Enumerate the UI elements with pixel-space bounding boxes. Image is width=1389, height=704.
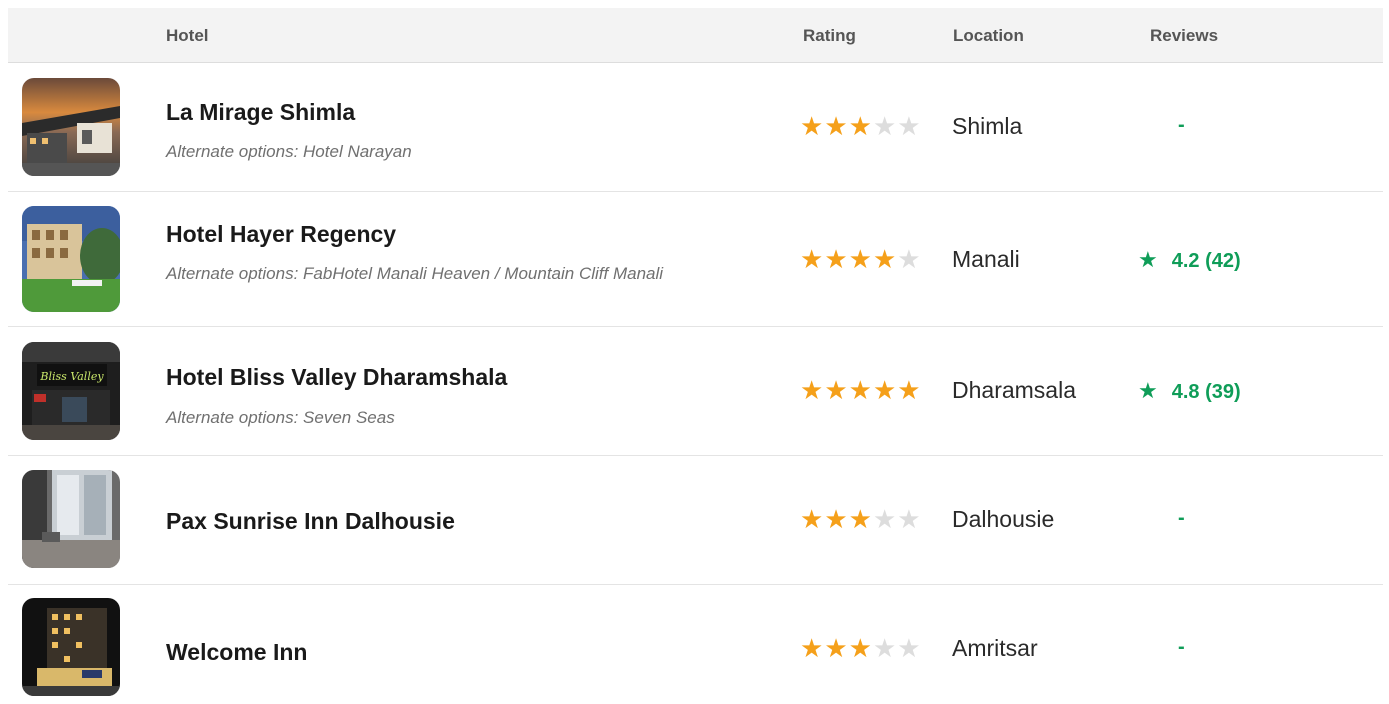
hotel-location: Dalhousie — [952, 506, 1055, 532]
table-row[interactable]: Hotel Hayer Regency Alternate options: F… — [8, 192, 1383, 327]
reviews-value: - — [1178, 507, 1185, 529]
star-rating: ★★★★★ — [800, 375, 922, 406]
star-filled-icon: ★ — [800, 375, 825, 405]
review-star-icon: ★ — [1138, 247, 1158, 272]
star-filled-icon: ★ — [848, 244, 873, 274]
hotel-name[interactable]: Pax Sunrise Inn Dalhousie — [166, 508, 455, 535]
review-star-icon: ★ — [1138, 378, 1158, 403]
star-filled-icon: ★ — [800, 504, 825, 534]
star-filled-icon: ★ — [872, 244, 898, 274]
hotel-name[interactable]: Welcome Inn — [166, 639, 307, 666]
reviews-value: - — [1178, 114, 1185, 136]
star-rating: ★★★★★ — [800, 244, 922, 275]
star-filled-icon: ★ — [800, 111, 825, 141]
header-rating[interactable]: Rating — [803, 26, 856, 46]
hotel-photo-icon[interactable] — [22, 206, 120, 312]
star-empty-icon: ★ — [872, 111, 898, 141]
star-rating: ★★★★★ — [800, 633, 922, 664]
star-filled-icon: ★ — [824, 633, 849, 663]
star-filled-icon: ★ — [824, 244, 849, 274]
star-filled-icon: ★ — [897, 375, 922, 405]
hotel-photo-icon[interactable] — [22, 470, 120, 568]
hotel-alternates: Alternate options: Seven Seas — [166, 408, 395, 427]
reviews-value: - — [1178, 636, 1185, 658]
hotel-location: Dharamsala — [952, 377, 1076, 403]
table-header: Hotel Rating Location Reviews — [8, 8, 1383, 63]
star-empty-icon: ★ — [872, 504, 898, 534]
hotel-name[interactable]: Hotel Hayer Regency — [166, 221, 396, 248]
star-rating: ★★★★★ — [800, 504, 922, 535]
star-empty-icon: ★ — [897, 111, 922, 141]
star-filled-icon: ★ — [872, 375, 898, 405]
hotel-photo-icon[interactable] — [22, 78, 120, 176]
star-filled-icon: ★ — [848, 633, 873, 663]
bliss-valley-logo-icon: Bliss Valley — [39, 370, 104, 383]
hotel-location: Amritsar — [952, 635, 1038, 661]
reviews-score: 4.2 (42) — [1171, 250, 1241, 272]
star-filled-icon: ★ — [800, 633, 825, 663]
star-empty-icon: ★ — [897, 504, 922, 534]
star-filled-icon: ★ — [848, 375, 873, 405]
table-row[interactable]: Bliss Valley Hotel Bliss Valley Dharamsh… — [8, 327, 1383, 456]
header-reviews[interactable]: Reviews — [1150, 26, 1218, 46]
star-filled-icon: ★ — [848, 111, 873, 141]
hotel-photo-icon[interactable]: Bliss Valley — [22, 342, 120, 440]
reviews-value: ★ 4.8 (39) — [1138, 378, 1241, 404]
hotel-alternates: Alternate options: FabHotel Manali Heave… — [166, 264, 664, 283]
header-location[interactable]: Location — [953, 26, 1024, 46]
reviews-value: ★ 4.2 (42) — [1138, 247, 1241, 273]
hotel-name[interactable]: Hotel Bliss Valley Dharamshala — [166, 364, 507, 391]
hotel-name[interactable]: La Mirage Shimla — [166, 99, 355, 126]
star-empty-icon: ★ — [872, 633, 898, 663]
table-row[interactable]: La Mirage Shimla Alternate options: Hote… — [8, 63, 1383, 192]
star-filled-icon: ★ — [824, 111, 849, 141]
hotel-alternates: Alternate options: Hotel Narayan — [166, 142, 412, 161]
star-empty-icon: ★ — [897, 633, 922, 663]
table-row[interactable]: Pax Sunrise Inn Dalhousie ★★★★★ Dalhousi… — [8, 456, 1383, 585]
header-hotel[interactable]: Hotel — [166, 26, 209, 46]
star-empty-icon: ★ — [897, 244, 922, 274]
star-filled-icon: ★ — [824, 504, 849, 534]
hotel-location: Shimla — [952, 113, 1023, 139]
hotel-photo-icon[interactable] — [22, 598, 120, 696]
star-filled-icon: ★ — [800, 244, 825, 274]
star-filled-icon: ★ — [824, 375, 849, 405]
hotel-location: Manali — [952, 246, 1020, 272]
reviews-score: 4.8 (39) — [1171, 381, 1241, 403]
star-filled-icon: ★ — [848, 504, 873, 534]
table-row[interactable]: Welcome Inn ★★★★★ Amritsar - — [8, 585, 1383, 704]
star-rating: ★★★★★ — [800, 111, 922, 142]
